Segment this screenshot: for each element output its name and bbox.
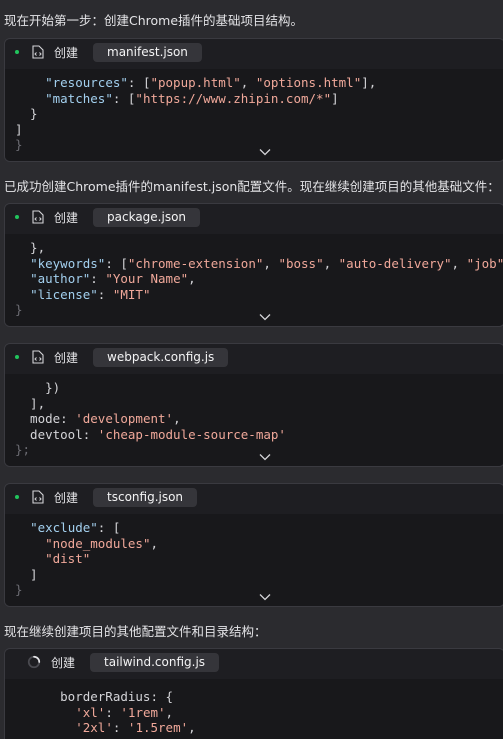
file-code-icon <box>31 490 44 504</box>
code-content: }, "keywords": ["chrome-extension", "bos… <box>5 234 503 326</box>
file-code-icon <box>31 350 44 364</box>
code-line: "author": "Your Name", <box>30 271 196 286</box>
action-label: 创建 <box>51 655 76 670</box>
filename-chip[interactable]: tailwind.config.js <box>90 652 220 672</box>
code-block-header: 创建 package.json <box>5 205 503 229</box>
action-label: 创建 <box>54 210 79 225</box>
code-content: borderRadius: { 'xl': '1rem', '2xl': '1.… <box>5 679 503 739</box>
assistant-message-text: 现在继续创建项目的其他配置文件和目录结构： <box>4 624 267 639</box>
status-done-icon <box>15 215 19 219</box>
code-line: ] <box>15 121 23 137</box>
assistant-message-text: 已成功创建Chrome插件的manifest.json配置文件。现在继续创建项目… <box>4 179 500 194</box>
code-line: "resources": ["popup.html", "options.htm… <box>45 75 377 90</box>
action-label: 创建 <box>54 490 79 505</box>
status-done-icon <box>15 495 19 499</box>
action-label: 创建 <box>54 350 79 365</box>
code-content: "exclude": [ "node_modules", "dist" ] } <box>5 514 503 606</box>
file-code-icon <box>31 210 44 224</box>
status-done-icon <box>15 355 19 359</box>
code-line: 'xl': '1rem', <box>75 704 174 720</box>
chevron-down-icon[interactable] <box>257 312 273 322</box>
code-line: ] <box>15 566 38 582</box>
file-code-icon <box>31 45 44 59</box>
code-block-header: 创建 tsconfig.json <box>5 485 503 509</box>
code-block-package: 创建 package.json }, "keywords": ["chrome-… <box>4 203 503 327</box>
code-line: "keywords": ["chrome-extension", "boss",… <box>30 255 503 271</box>
code-content: "resources": ["popup.html", "options.htm… <box>5 69 503 161</box>
code-line: ], <box>15 395 46 411</box>
code-line: }, <box>15 240 46 255</box>
spinner-icon <box>27 655 41 669</box>
code-line: }) <box>15 380 61 395</box>
code-line: devtool: 'cheap-module-source-map' <box>15 426 286 442</box>
chevron-down-icon[interactable] <box>257 592 273 602</box>
assistant-message-text: 现在开始第一步：创建Chrome插件的基础项目结构。 <box>4 13 304 28</box>
code-block-tsconfig: 创建 tsconfig.json "exclude": [ "node_modu… <box>4 483 503 607</box>
code-line: "matches": ["https://www.zhipin.com/*"] <box>45 90 339 106</box>
code-content: }) ], mode: 'development', devtool: 'che… <box>5 374 503 466</box>
code-block-manifest: 创建 manifest.json "resources": ["popup.ht… <box>4 38 503 162</box>
code-line: borderRadius: { <box>15 689 174 704</box>
code-block-webpack: 创建 webpack.config.js }) ], mode: 'develo… <box>4 343 503 467</box>
code-line: "dist" <box>45 551 91 566</box>
action-label: 创建 <box>54 45 79 60</box>
code-block-tailwind: 创建 tailwind.config.js borderRadius: { 'x… <box>4 648 503 739</box>
filename-chip[interactable]: manifest.json <box>93 42 202 62</box>
code-block-header: 创建 tailwind.config.js <box>5 650 503 674</box>
chevron-down-icon[interactable] <box>257 147 273 157</box>
chevron-down-icon[interactable] <box>257 452 273 462</box>
code-block-header: 创建 webpack.config.js <box>5 345 503 369</box>
code-block-header: 创建 manifest.json <box>5 40 503 64</box>
code-line: "node_modules", <box>45 535 158 551</box>
filename-chip[interactable]: package.json <box>93 207 201 227</box>
code-line: '2xl': '1.5rem', <box>75 720 196 735</box>
code-line: } <box>15 106 38 121</box>
code-line: mode: 'development', <box>15 411 181 426</box>
filename-chip[interactable]: tsconfig.json <box>93 487 198 507</box>
filename-chip[interactable]: webpack.config.js <box>93 347 229 367</box>
code-line: "exclude": [ <box>30 520 121 535</box>
status-done-icon <box>15 50 19 54</box>
code-line: "license": "MIT" <box>30 286 151 302</box>
